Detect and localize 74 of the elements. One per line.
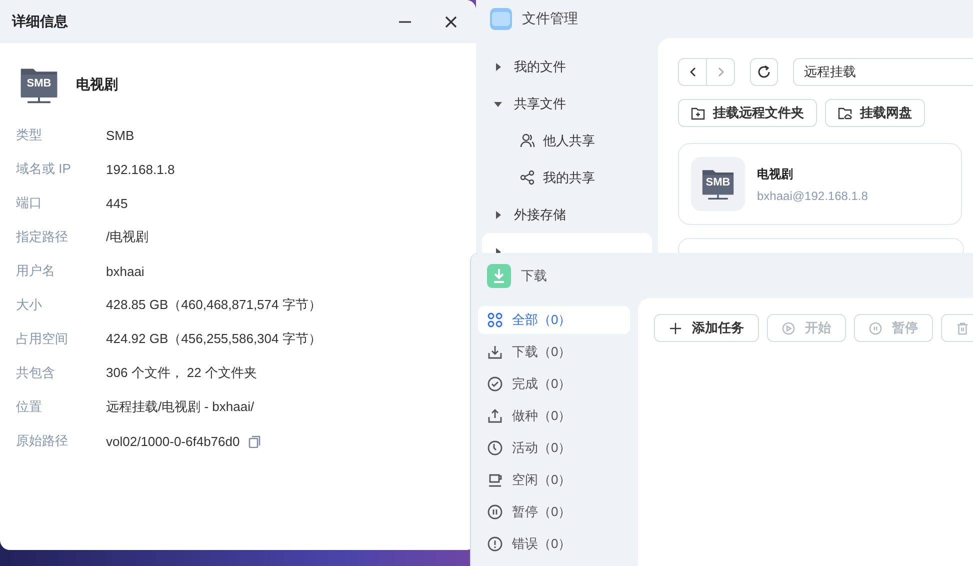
- filter-item[interactable]: 完成（0）: [478, 370, 630, 398]
- download-app-icon: [487, 264, 511, 288]
- field-label: 用户名: [16, 262, 55, 280]
- close-icon: [445, 16, 457, 28]
- share-icon: [520, 170, 535, 185]
- toolbar-button[interactable]: 挂载远程文件夹: [678, 99, 817, 127]
- mount-card[interactable]: SMB 电视剧 bxhaai@192.168.1.8: [678, 143, 962, 225]
- field-label: 域名或 IP: [16, 160, 71, 178]
- window-title: 下载: [521, 266, 547, 284]
- download-icon: [487, 344, 503, 360]
- toolbar-button[interactable]: 挂载网盘: [825, 99, 925, 127]
- field-value: 424.92 GB（456,255,586,304 字节）: [106, 330, 322, 348]
- trash-icon: [956, 322, 969, 334]
- mount-name: 电视剧: [757, 166, 794, 182]
- sidebar-item[interactable]: 我的文件: [482, 48, 652, 85]
- field-value: /电视剧: [106, 228, 149, 246]
- field-label: 类型: [16, 126, 42, 144]
- filter-item[interactable]: 空闲（0）: [478, 466, 630, 494]
- expand-arrow-icon[interactable]: [494, 62, 502, 70]
- people-icon: [520, 133, 535, 148]
- window-title: 文件管理: [522, 10, 578, 28]
- pause-icon: [869, 322, 882, 334]
- check-circle-icon: [487, 376, 503, 392]
- path-field[interactable]: 远程挂载: [793, 58, 973, 86]
- field-value: 428.85 GB（460,468,871,574 字节）: [106, 296, 322, 314]
- plus-icon: [669, 322, 682, 334]
- filter-item[interactable]: 错误（0）: [478, 530, 630, 558]
- field-value: 192.168.1.8: [106, 162, 175, 176]
- field-label: 共包含: [16, 364, 55, 382]
- filter-item[interactable]: 全部（0）: [478, 306, 630, 334]
- field-value: vol02/1000-0-6f4b76d0: [106, 434, 240, 448]
- grid-icon: [487, 312, 503, 328]
- collapse-arrow-icon[interactable]: [494, 100, 502, 108]
- field-label: 大小: [16, 296, 42, 314]
- refresh-icon: [757, 65, 771, 79]
- sidebar-item[interactable]: 我的共享: [482, 159, 652, 196]
- expand-arrow-icon[interactable]: [494, 210, 502, 218]
- field-label: 指定路径: [16, 228, 68, 246]
- pause-icon: [487, 504, 503, 520]
- copy-icon[interactable]: [248, 434, 261, 448]
- folder-icon: [490, 8, 512, 30]
- window-title: 详细信息: [12, 12, 69, 30]
- minimize-icon: [399, 20, 411, 22]
- mount-address: bxhaai@192.168.1.8: [757, 188, 868, 202]
- chevron-right-icon: [716, 67, 724, 77]
- field-label: 位置: [16, 398, 42, 416]
- chevron-left-icon: [688, 67, 696, 77]
- refresh-button[interactable]: [750, 58, 778, 86]
- field-value: 306 个文件， 22 个文件夹: [106, 364, 257, 382]
- field-value: 远程挂载/电视剧 - bxhaai/: [106, 398, 254, 416]
- field-label: 端口: [16, 194, 42, 212]
- filter-item[interactable]: 活动（0）: [478, 434, 630, 462]
- field-value: bxhaai: [106, 264, 144, 278]
- item-name: 电视剧: [76, 76, 118, 94]
- field-label: 原始路径: [16, 432, 68, 450]
- field-value: 445: [106, 196, 128, 210]
- clock-icon: [487, 440, 503, 456]
- sidebar-item[interactable]: 共享文件: [482, 85, 652, 122]
- smb-label: SMB: [26, 78, 52, 90]
- toolbar-button[interactable]: 添加任务: [654, 314, 759, 342]
- smb-label: SMB: [704, 178, 732, 189]
- cup-icon: [487, 472, 503, 488]
- filter-item[interactable]: 下载（0）: [478, 338, 630, 366]
- filter-item[interactable]: 暂停（0）: [478, 498, 630, 526]
- sidebar-item[interactable]: 外接存储: [482, 196, 652, 233]
- field-value: SMB: [106, 128, 134, 142]
- folder-plus-icon: [691, 106, 705, 120]
- sidebar-item[interactable]: 他人共享: [482, 122, 652, 159]
- filter-item[interactable]: 做种（0）: [478, 402, 630, 430]
- field-label: 占用空间: [16, 330, 68, 348]
- alert-icon: [487, 536, 503, 552]
- upload-icon: [487, 408, 503, 424]
- folder-cloud-icon: [838, 106, 852, 120]
- play-icon: [782, 322, 795, 334]
